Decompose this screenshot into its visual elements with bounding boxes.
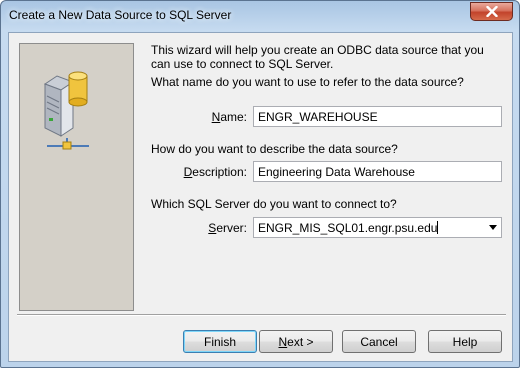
name-label-text: ame: [220, 110, 247, 124]
chevron-down-icon[interactable] [489, 225, 497, 230]
description-input[interactable]: Engineering Data Warehouse [253, 161, 502, 182]
database-server-icon [43, 71, 89, 150]
cancel-label: Cancel [360, 334, 398, 349]
cancel-button[interactable]: Cancel [342, 330, 416, 353]
dialog-content: This wizard will help you create an ODBC… [8, 32, 513, 362]
server-question: Which SQL Server do you want to connect … [151, 197, 397, 211]
description-label: Description: [179, 165, 247, 179]
close-button[interactable] [470, 2, 513, 21]
finish-label: Finish [203, 334, 236, 349]
next-label-accel: N [278, 334, 288, 349]
server-label-text: erver: [216, 221, 247, 235]
illustration-panel [19, 43, 134, 311]
name-label: Name: [209, 110, 247, 124]
intro-text: This wizard will help you create an ODBC… [151, 43, 484, 71]
server-label: Server: [204, 221, 247, 235]
description-label-accel: D [183, 165, 193, 179]
title-bar[interactable]: Create a New Data Source to SQL Server [1, 1, 519, 31]
dialog-window: Create a New Data Source to SQL Server T… [0, 0, 520, 368]
close-icon [485, 6, 498, 17]
help-label: Help [452, 334, 478, 349]
name-label-accel: N [211, 110, 221, 124]
text-cursor [437, 221, 439, 234]
separator [17, 314, 506, 316]
next-label-text: ext > [287, 334, 314, 349]
description-question: How do you want to describe the data sou… [151, 142, 398, 156]
name-input[interactable]: ENGR_WAREHOUSE [253, 106, 502, 127]
description-label-text: escription: [192, 165, 247, 179]
help-button[interactable]: Help [428, 330, 502, 353]
server-combobox[interactable]: ENGR_MIS_SQL01.engr.psu.edu [253, 217, 502, 238]
next-button[interactable]: Next > [259, 330, 333, 353]
finish-button[interactable]: Finish [183, 330, 257, 353]
next-label: Next > [278, 335, 313, 349]
window-title: Create a New Data Source to SQL Server [9, 8, 232, 22]
name-question: What name do you want to use to refer to… [151, 75, 464, 89]
server-value: ENGR_MIS_SQL01.engr.psu.edu [258, 221, 438, 235]
